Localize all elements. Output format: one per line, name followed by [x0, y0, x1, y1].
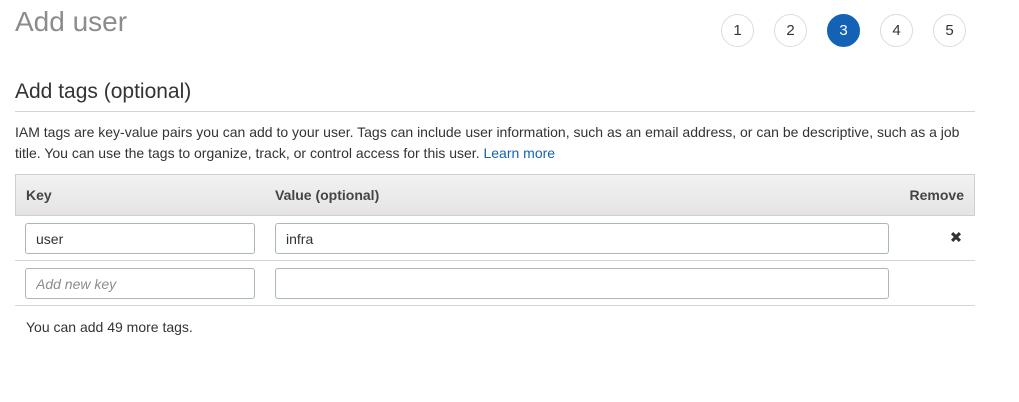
column-header-remove: Remove — [909, 187, 964, 203]
new-tag-key-input[interactable] — [25, 268, 255, 299]
step-3-current[interactable]: 3 — [827, 14, 860, 47]
close-x-icon[interactable] — [948, 229, 964, 245]
step-4[interactable]: 4 — [880, 14, 913, 47]
column-header-key: Key — [26, 187, 52, 203]
tag-row — [15, 216, 975, 261]
tags-table: Key Value (optional) Remove — [15, 174, 975, 306]
tags-description: IAM tags are key-value pairs you can add… — [15, 122, 975, 164]
page-title: Add user — [15, 6, 128, 37]
new-tag-row — [15, 261, 975, 306]
wizard-steps: 1 2 3 4 5 — [721, 14, 966, 47]
step-5[interactable]: 5 — [933, 14, 966, 47]
new-tag-value-input[interactable] — [275, 268, 889, 299]
step-1[interactable]: 1 — [721, 14, 754, 47]
tags-table-header: Key Value (optional) Remove — [15, 174, 975, 216]
tag-value-input[interactable] — [275, 223, 889, 254]
step-2[interactable]: 2 — [774, 14, 807, 47]
column-header-value: Value (optional) — [275, 187, 380, 203]
remaining-tags-text: You can add 49 more tags. — [26, 319, 193, 335]
tag-key-input[interactable] — [25, 223, 255, 254]
learn-more-link[interactable]: Learn more — [483, 145, 555, 161]
add-user-page: Add user 1 2 3 4 5 Add tags (optional) I… — [0, 0, 1019, 402]
section-divider — [15, 111, 975, 112]
section-title: Add tags (optional) — [15, 80, 192, 103]
